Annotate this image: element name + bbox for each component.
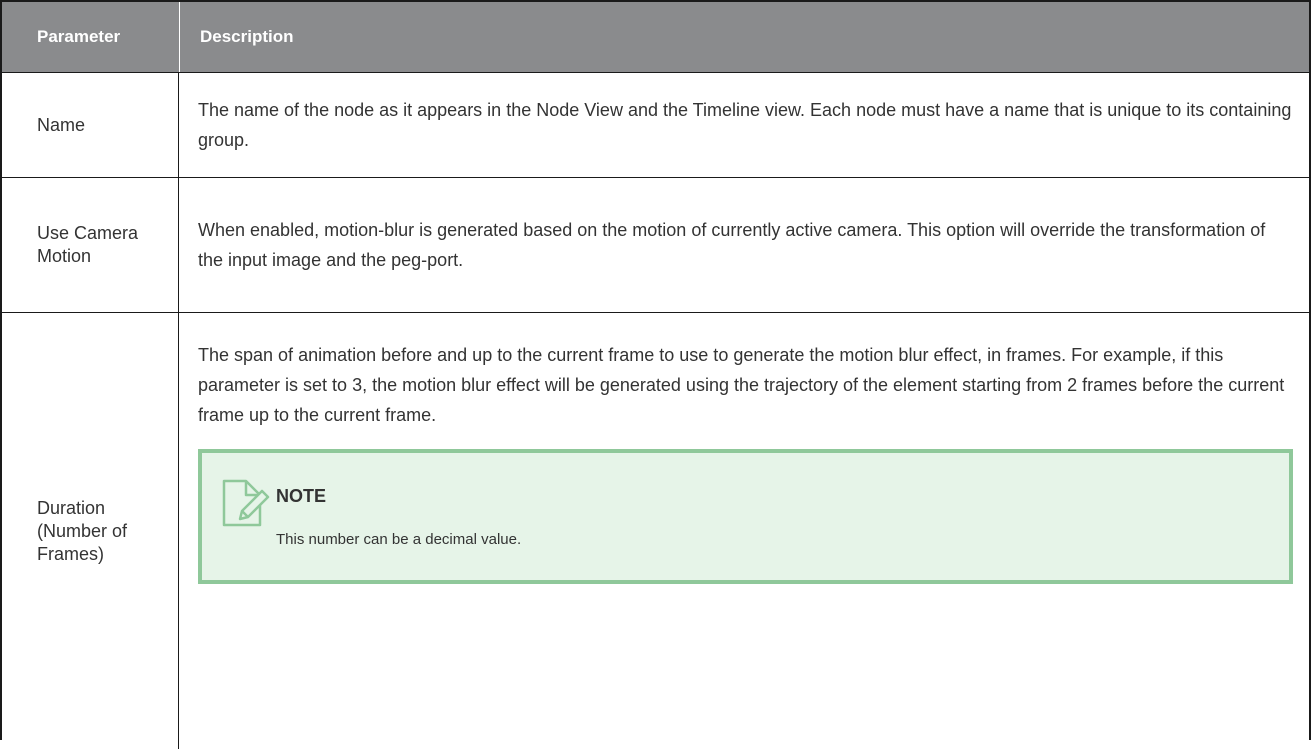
row-description: The span of animation before and up to t…	[179, 313, 1309, 749]
header-parameter: Parameter	[37, 27, 121, 46]
note-box: NOTE This number can be a decimal value.	[198, 449, 1293, 584]
table-row: Name The name of the node as it appears …	[2, 72, 1309, 177]
row-parameter: Use Camera Motion	[2, 178, 179, 312]
note-text: This number can be a decimal value.	[276, 531, 522, 548]
note-edit-icon	[222, 479, 270, 527]
row-parameter: Name	[2, 73, 179, 177]
parameter-table: Parameter Description Name The name of t…	[0, 0, 1311, 749]
row-description: The name of the node as it appears in th…	[179, 73, 1309, 177]
header-description: Description	[179, 2, 1309, 72]
row-description-text: When enabled, motion-blur is generated b…	[198, 220, 1266, 270]
row-description-text: The span of animation before and up to t…	[198, 345, 1285, 425]
table-header: Parameter Description	[2, 2, 1309, 72]
row-parameter: Duration (Number of Frames)	[2, 313, 179, 749]
row-description: When enabled, motion-blur is generated b…	[179, 178, 1309, 312]
row-description-text: The name of the node as it appears in th…	[198, 100, 1292, 150]
table-row: Duration (Number of Frames) The span of …	[2, 312, 1309, 749]
note-title: NOTE	[276, 486, 327, 506]
table-row: Use Camera Motion When enabled, motion-b…	[2, 177, 1309, 312]
